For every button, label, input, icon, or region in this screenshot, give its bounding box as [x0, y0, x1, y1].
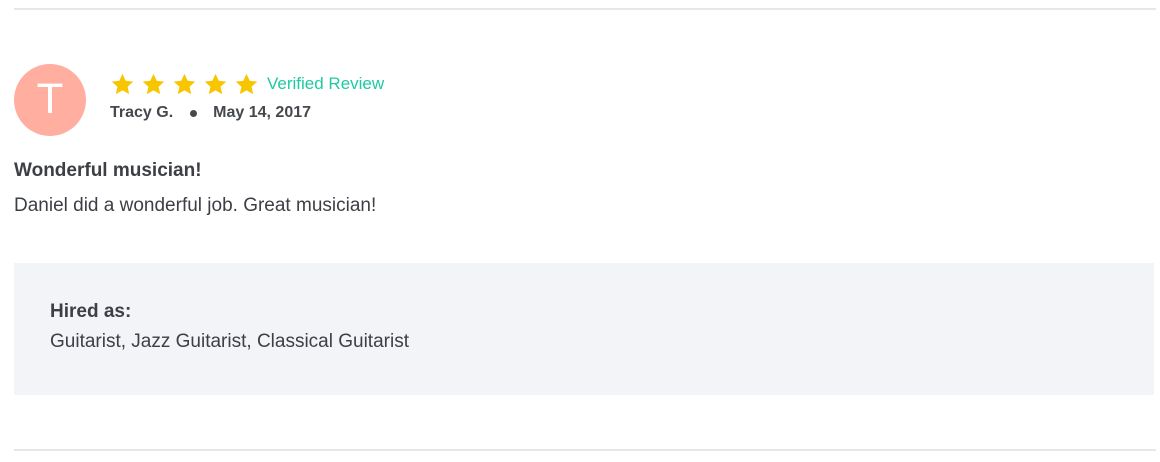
author-row: Tracy G. May 14, 2017 — [110, 104, 384, 122]
bottom-divider — [14, 449, 1156, 451]
review-card: T Verified Review Tracy G. May 14, 2017 … — [14, 64, 1154, 217]
star-icon — [172, 72, 197, 97]
star-icon — [234, 72, 259, 97]
reviewer-name: Tracy G. — [110, 104, 174, 121]
hired-as-box: Hired as: Guitarist, Jazz Guitarist, Cla… — [14, 263, 1154, 395]
star-icon — [110, 72, 135, 97]
top-divider — [14, 8, 1156, 10]
review-title: Wonderful musician! — [14, 160, 202, 181]
review-date: May 14, 2017 — [213, 104, 312, 121]
hired-as-value: Guitarist, Jazz Guitarist, Classical Gui… — [50, 331, 409, 352]
review-body: Daniel did a wonderful job. Great musici… — [14, 195, 377, 216]
star-rating — [110, 72, 265, 97]
review-meta: Verified Review Tracy G. May 14, 2017 — [110, 64, 384, 122]
rating-row: Verified Review — [110, 70, 384, 98]
avatar: T — [14, 64, 86, 136]
dot-separator-icon — [190, 109, 198, 117]
star-icon — [141, 72, 166, 97]
star-icon — [203, 72, 228, 97]
review-header: T Verified Review Tracy G. May 14, 2017 — [14, 64, 1154, 136]
verified-review-label: Verified Review — [267, 74, 385, 93]
hired-as-label: Hired as: — [50, 301, 132, 322]
